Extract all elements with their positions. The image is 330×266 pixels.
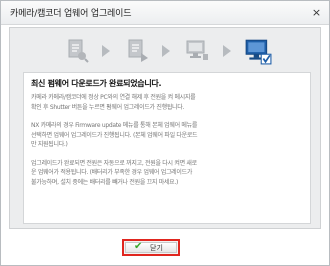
message-line: 불가능하며, 설치 중에는 배터리를 빼거나 전원을 끄지 마세요.) (31, 178, 179, 186)
title-bar: 카메라/캠코더 업웨어 업그레이드 × (1, 1, 329, 25)
message-line: 업그레이드가 완료되면 전원은 자동으로 꺼지고, 전원을 다시 켜면 새로 (31, 159, 197, 167)
message-paragraph-2: NX 카메라의 경우 Firmware update 메뉴를 통해 본체 업웨어… (31, 121, 304, 150)
message-paragraph-1: 카메라 카메라/캠코더에 정상 PC와의 연결 해제 후 전원을 켜 메시지를 … (31, 93, 304, 112)
step-arrow-icon (223, 45, 231, 57)
message-box: 최신 펌웨어 다운로드가 완료되었습니다. 카메라 카메라/캠코더에 정상 PC… (23, 72, 311, 224)
message-line: 만 지원됩니다.) (31, 141, 68, 148)
computer-icon (186, 40, 208, 60)
message-line: 확인 후 Shutter 버튼을 누르면 펌웨어 업그레이드가 진행됩니다. (31, 103, 185, 111)
computer-check-icon (245, 39, 272, 65)
close-button-label: 닫기 (150, 244, 163, 252)
document-icon (128, 39, 148, 62)
check-icon: ✔ (134, 241, 143, 252)
message-line: 선택하면 업웨어 업그레이드가 진행됩니다. (본체 업웨어 파일 다운로드 (31, 131, 198, 139)
close-button-highlight[interactable]: ✔ 닫기 (122, 239, 180, 256)
step-arrow-icon (102, 45, 110, 57)
content-panel: 최신 펌웨어 다운로드가 완료되었습니다. 카메라 카메라/캠코더에 정상 PC… (9, 27, 321, 229)
message-line: 카메라 카메라/캠코더에 정상 PC와의 연결 해제 후 전원을 켜 메시지를 (31, 94, 196, 101)
document-icon (68, 39, 89, 63)
close-icon[interactable]: × (310, 6, 323, 19)
message-paragraph-3: 업그레이드가 완료되면 전원은 자동으로 꺼지고, 전원을 다시 켜면 새로 운… (31, 159, 304, 188)
message-line: 운 업웨어가 적용됩니다. (배터리가 부족한 경우 업웨어 업그레이드가 (31, 169, 193, 176)
step-arrow-icon (162, 45, 170, 57)
message-headline: 최신 펌웨어 다운로드가 완료되었습니다. (31, 79, 162, 88)
message-line: NX 카메라의 경우 Firmware update 메뉴를 통해 본체 업웨어… (31, 122, 198, 129)
firmware-upgrade-dialog: 카메라/캠코더 업웨어 업그레이드 × 최신 펌웨어 다운로드가 완료되었습니다… (0, 0, 330, 266)
progress-steps (64, 37, 286, 71)
close-button[interactable]: ✔ 닫기 (125, 241, 177, 253)
window-title: 카메라/캠코더 업웨어 업그레이드 (10, 9, 132, 19)
